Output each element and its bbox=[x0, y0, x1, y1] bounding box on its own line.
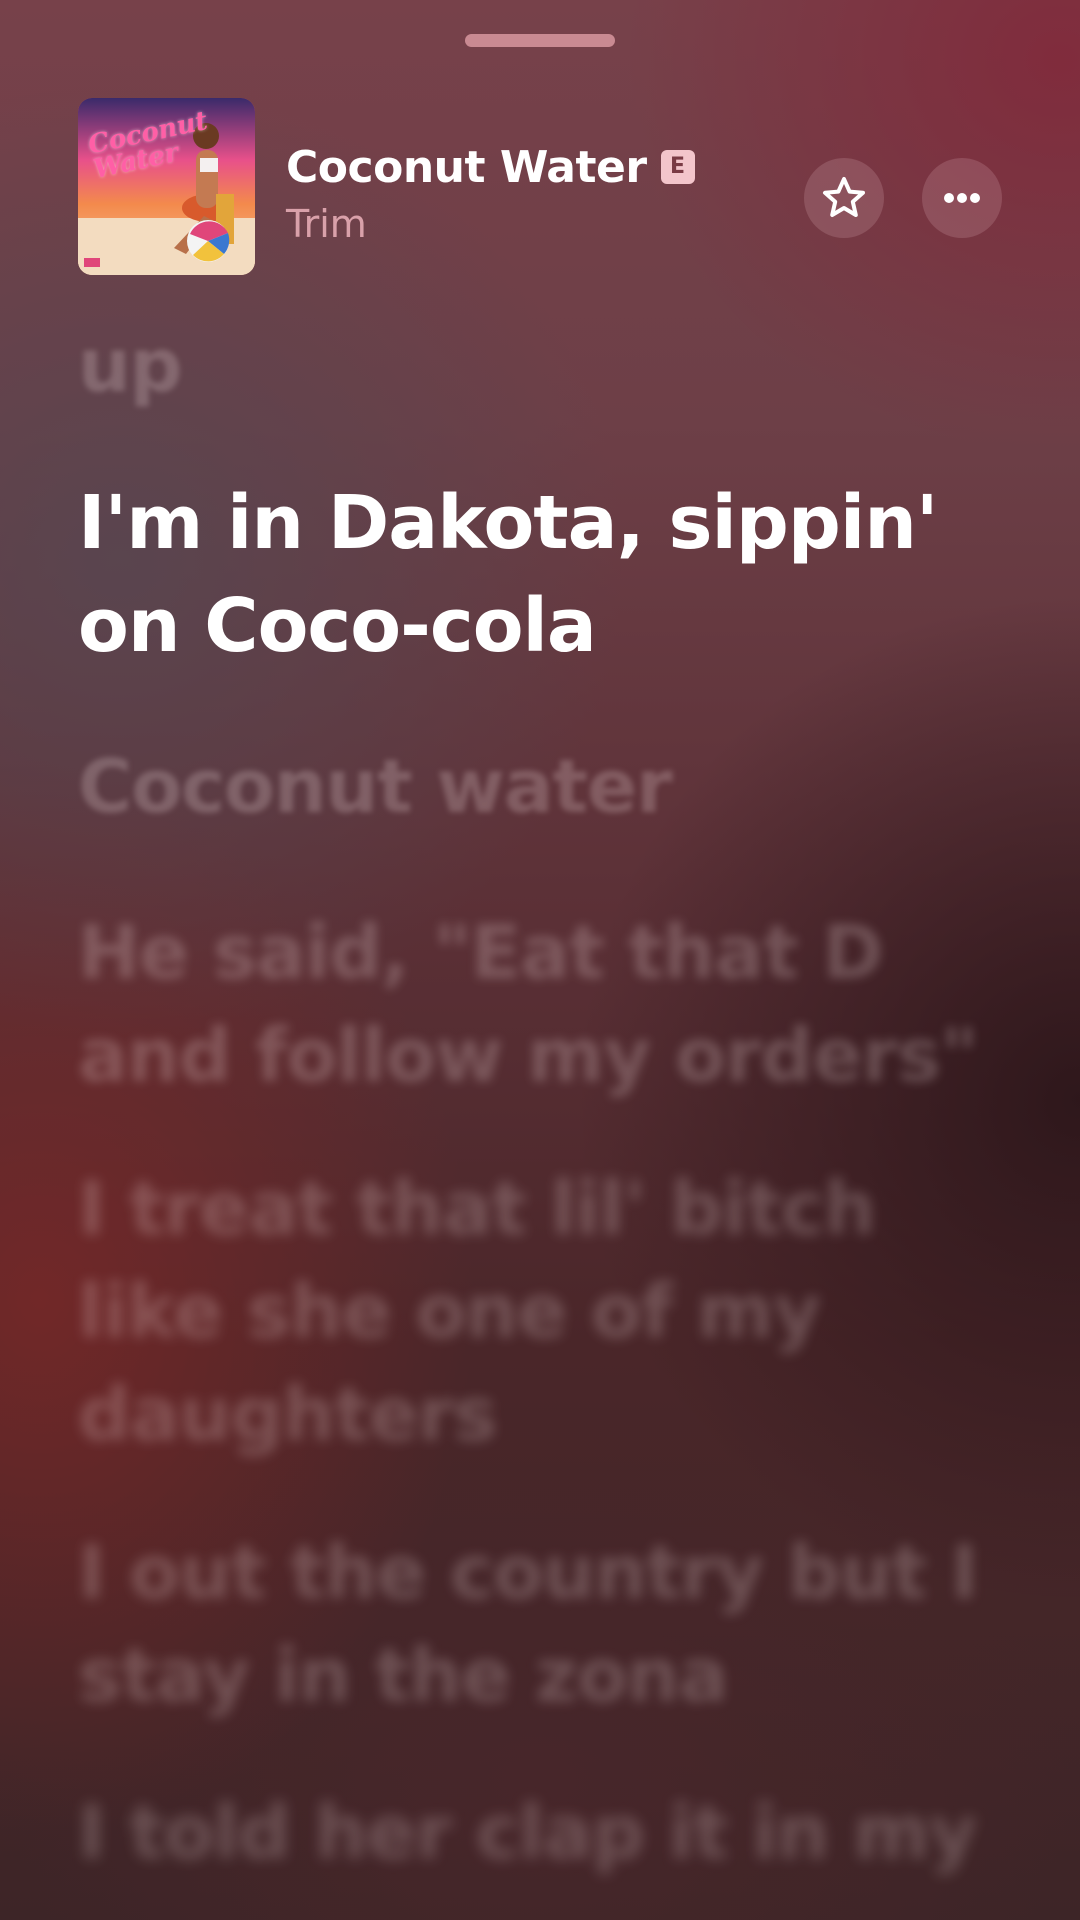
lyric-line-previous[interactable]: up bbox=[78, 315, 998, 418]
sheet-grabber[interactable] bbox=[465, 34, 615, 47]
explicit-badge: E bbox=[660, 150, 695, 184]
ellipsis-icon bbox=[944, 193, 980, 203]
more-options-button[interactable] bbox=[922, 158, 1002, 238]
lyric-line-upcoming[interactable]: He said, "Eat that D and follow my order… bbox=[78, 902, 998, 1108]
artist-name[interactable]: Trim bbox=[286, 202, 367, 246]
track-title-row: Coconut Water E bbox=[286, 140, 695, 194]
lyric-line-upcoming[interactable]: I out the country but I stay in the zona bbox=[78, 1522, 998, 1728]
album-artwork[interactable]: Coconut Water bbox=[78, 98, 255, 275]
lyric-line-upcoming[interactable]: I treat that lil' bitch like she one of … bbox=[78, 1158, 998, 1467]
lyric-line-current[interactable]: I'm in Dakota, sippin' on Coco-cola bbox=[78, 472, 998, 678]
lyric-line-upcoming[interactable]: I told her clap it in my bbox=[78, 1782, 998, 1885]
lyric-line-upcoming[interactable]: Coconut water bbox=[78, 736, 998, 839]
now-playing-header: Coconut Water Coconut Water E Trim bbox=[78, 98, 1002, 278]
favorite-button[interactable] bbox=[804, 158, 884, 238]
track-title[interactable]: Coconut Water bbox=[286, 142, 647, 193]
star-icon bbox=[823, 177, 865, 217]
